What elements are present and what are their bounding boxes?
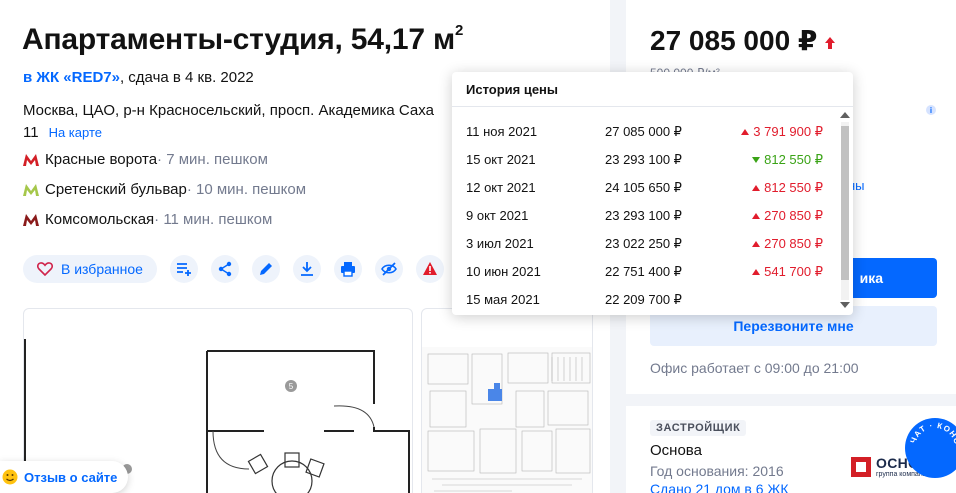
- room-number: 5: [289, 382, 294, 391]
- arrow-up-icon: [741, 129, 750, 135]
- metro-icon: [23, 153, 39, 166]
- listing-actions: В избранное: [23, 255, 444, 283]
- history-date: 3 июл 2021: [466, 236, 534, 251]
- section-divider: [626, 394, 956, 406]
- history-price: 24 105 650 ₽: [605, 180, 682, 195]
- history-change: 541 700 ₽: [752, 264, 823, 280]
- address-line: Москва, ЦАО, р-н Красносельский, просп. …: [23, 102, 434, 119]
- popup-divider: [452, 106, 853, 107]
- metro-station: Комсомольская · 11 мин. пешком: [23, 211, 272, 228]
- map-link[interactable]: На карте: [49, 125, 102, 140]
- history-date: 10 июн 2021: [466, 264, 541, 279]
- edit-icon: [259, 263, 272, 275]
- hide-button[interactable]: [374, 255, 403, 283]
- svg-text:ЧАТ · КОНСУЛЬТАНТ: ЧАТ · КОНСУЛЬТАНТ: [905, 418, 956, 446]
- download-icon: [300, 262, 313, 276]
- history-date: 15 окт 2021: [466, 152, 536, 167]
- arrow-down-icon: [752, 157, 761, 163]
- site-feedback-label: Отзыв о сайте: [24, 469, 118, 485]
- warning-icon: [422, 262, 437, 275]
- history-price: 22 751 400 ₽: [605, 264, 682, 279]
- metro-station: Красные ворота · 7 мин. пешком: [23, 151, 268, 168]
- logo-mark-icon: [851, 457, 871, 477]
- add-to-list-icon: [176, 263, 191, 276]
- price-history-row: 12 окт 2021 24 105 650 ₽ 812 550 ₽: [452, 174, 837, 202]
- download-button[interactable]: [292, 255, 321, 283]
- chat-label: ЧАТ · КОНСУЛЬТАНТ: [902, 411, 956, 446]
- print-button[interactable]: [333, 255, 362, 283]
- history-price: 22 209 700 ₽: [605, 292, 682, 307]
- complaint-button[interactable]: [415, 255, 444, 283]
- history-change: 270 850 ₽: [752, 236, 823, 252]
- history-price: 27 085 000 ₽: [605, 124, 682, 139]
- share-button[interactable]: [210, 255, 239, 283]
- floor-layout-thumbnail[interactable]: [421, 308, 593, 493]
- history-change: 270 850 ₽: [752, 208, 823, 224]
- price-history-row: 3 июл 2021 23 022 250 ₽ 270 850 ₽: [452, 230, 837, 258]
- complex-link[interactable]: в ЖК «RED7»: [23, 69, 120, 86]
- smile-icon: [2, 469, 18, 485]
- chat-consultant-button[interactable]: ЧАТ · КОНСУЛЬТАНТ: [902, 411, 956, 478]
- metro-icon: [23, 183, 39, 196]
- add-to-list-button[interactable]: [169, 255, 198, 283]
- metro-icon: [23, 213, 39, 226]
- price: 27 085 000 ₽: [650, 25, 818, 56]
- office-hours: Офис работает с 09:00 до 21:00: [650, 360, 859, 376]
- history-date: 15 мая 2021: [466, 292, 540, 307]
- floor-layout-drawing: [422, 347, 592, 493]
- history-change: 3 791 900 ₽: [741, 124, 823, 140]
- address-house: 11: [23, 124, 39, 141]
- price-history-row: 9 окт 2021 23 293 100 ₽ 270 850 ₽: [452, 202, 837, 230]
- hide-icon: [381, 262, 397, 276]
- price-history-row: 15 окт 2021 23 293 100 ₽ 812 550 ₽: [452, 146, 837, 174]
- listing-title: Апартаменты-студия, 54,17 м2: [22, 22, 464, 56]
- history-date: 9 окт 2021: [466, 208, 529, 223]
- print-icon: [340, 262, 355, 277]
- developer-name[interactable]: Основа: [650, 442, 702, 459]
- price-history-row: 11 ноя 2021 27 085 000 ₽ 3 791 900 ₽: [452, 118, 837, 146]
- chat-bubble-icon: ЧАТ · КОНСУЛЬТАНТ: [902, 411, 956, 446]
- history-date: 11 ноя 2021: [466, 124, 538, 139]
- metro-station-name[interactable]: Красные ворота: [45, 151, 157, 168]
- edit-button[interactable]: [251, 255, 280, 283]
- scroll-up-arrow-icon[interactable]: [840, 112, 850, 118]
- price-history-row: 10 июн 2021 22 751 400 ₽ 541 700 ₽: [452, 258, 837, 286]
- share-icon: [218, 261, 232, 277]
- scroll-thumb[interactable]: [841, 126, 849, 280]
- delivery-date: , сдача в 4 кв. 2022: [119, 69, 254, 86]
- favorite-button[interactable]: В избранное: [23, 255, 157, 283]
- history-price: 23 293 100 ₽: [605, 208, 682, 223]
- price-history-row: 15 мая 2021 22 209 700 ₽: [452, 286, 837, 314]
- price-history-title: История цены: [466, 82, 559, 97]
- history-price: 23 293 100 ₽: [605, 152, 682, 167]
- complex-line: в ЖК «RED7», сдача в 4 кв. 2022: [23, 69, 254, 86]
- history-change: 812 550 ₽: [752, 180, 823, 196]
- metro-distance: · 7 мин. пешком: [157, 151, 268, 168]
- price-history-popup: История цены 11 ноя 2021 27 085 000 ₽ 3 …: [452, 72, 853, 315]
- price-up-icon[interactable]: [824, 36, 836, 50]
- arrow-up-icon: [752, 269, 761, 275]
- history-date: 12 окт 2021: [466, 180, 536, 195]
- info-icon[interactable]: i: [926, 105, 936, 115]
- history-price: 23 022 250 ₽: [605, 236, 682, 251]
- favorite-label: В избранное: [61, 261, 143, 277]
- arrow-up-icon: [752, 241, 761, 247]
- metro-distance: · 10 мин. пешком: [186, 181, 307, 198]
- developer-founded: Год основания: 2016: [650, 463, 784, 479]
- address: Москва, ЦАО, р-н Красносельский, просп. …: [23, 100, 453, 144]
- metro-station-name[interactable]: Комсомольская: [45, 211, 154, 228]
- arrow-up-icon: [752, 213, 761, 219]
- scroll-down-arrow-icon[interactable]: [840, 302, 850, 308]
- metro-distance: · 11 мин. пешком: [154, 211, 273, 228]
- metro-station-name[interactable]: Сретенский бульвар: [45, 181, 187, 198]
- metro-station: Сретенский бульвар · 10 мин. пешком: [23, 181, 306, 198]
- developer-badge: ЗАСТРОЙЩИК: [650, 420, 747, 436]
- site-feedback-button[interactable]: Отзыв о сайте: [0, 461, 128, 493]
- history-change: 812 550 ₽: [752, 152, 823, 168]
- arrow-up-icon: [752, 185, 761, 191]
- popup-scrollbar[interactable]: [838, 112, 850, 312]
- heart-icon: [37, 262, 53, 276]
- developer-houses-link[interactable]: Сдано 21 дом в 6 ЖК: [650, 481, 789, 493]
